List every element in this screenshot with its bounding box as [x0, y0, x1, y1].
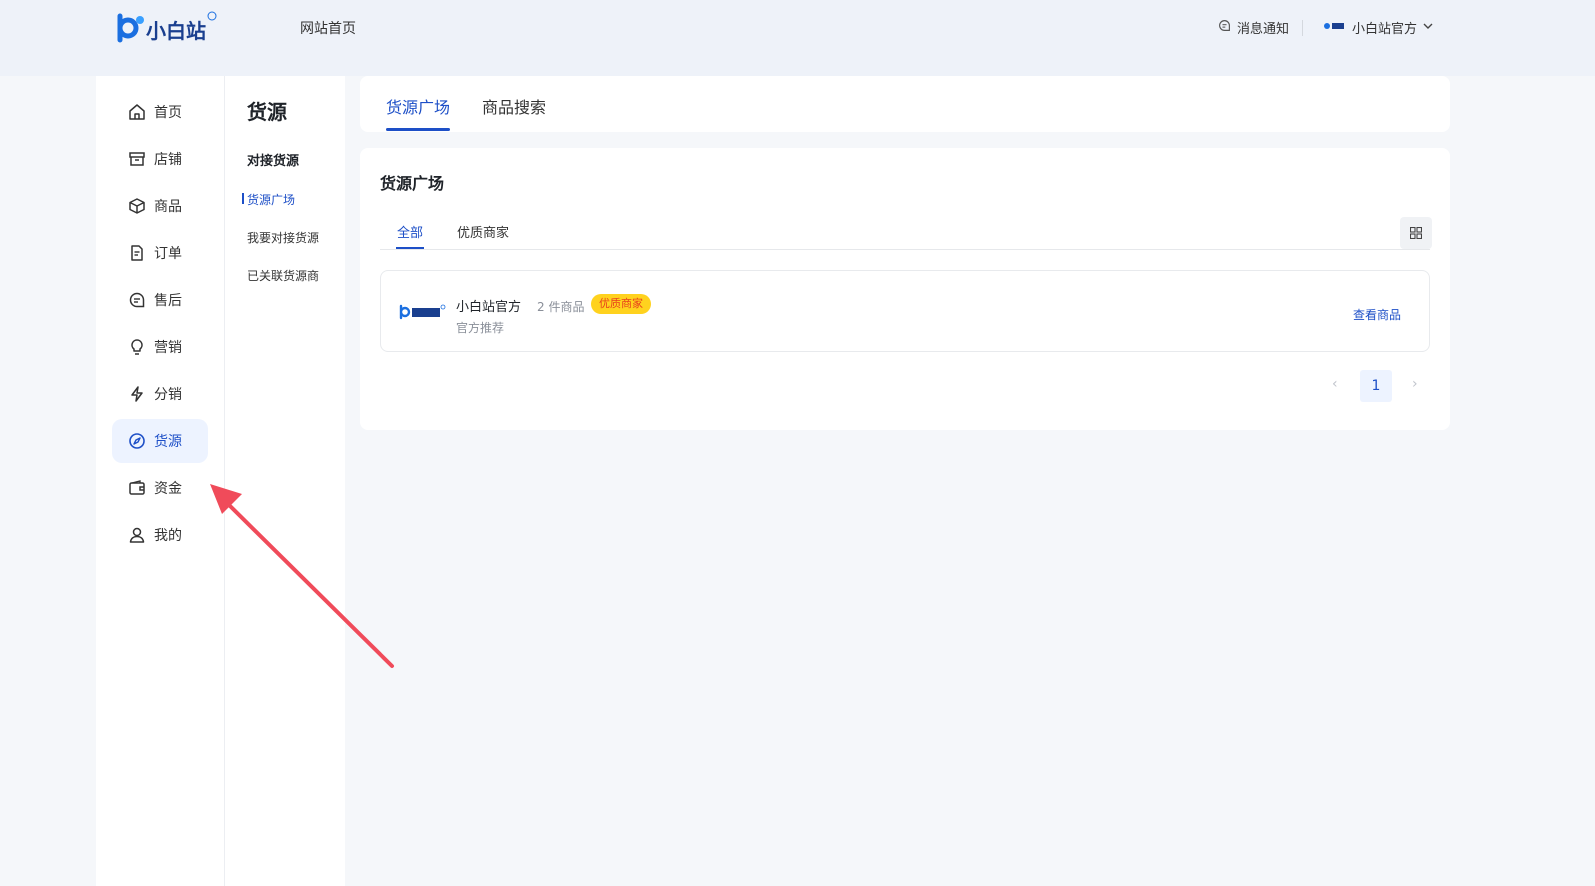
sidebar-item-home[interactable]: 首页: [112, 90, 208, 134]
sidebar-item-label: 分销: [154, 387, 182, 403]
sidebar-item-marketing[interactable]: 营销: [112, 325, 208, 369]
tab-supply-square[interactable]: 货源广场: [386, 94, 450, 118]
notice-link[interactable]: 消息通知: [1218, 18, 1289, 37]
filter-tab-quality[interactable]: 优质商家: [457, 222, 509, 241]
pager-next-button[interactable]: ›: [1412, 376, 1418, 392]
pager-prev-button[interactable]: ‹: [1332, 376, 1338, 392]
filter-tab-all[interactable]: 全部: [397, 222, 423, 241]
bulb-icon: [131, 339, 143, 355]
sidebar-item-label: 商品: [154, 199, 182, 215]
subnav-item-connect-supply[interactable]: 我要对接货源: [247, 229, 319, 246]
message-icon: [1218, 19, 1231, 36]
header-divider: [1302, 20, 1303, 36]
supplier-goods-count: 2 件商品: [537, 300, 585, 314]
sidebar-item-label: 我的: [154, 528, 182, 544]
supplier-tag: 官方推荐: [456, 321, 505, 335]
subnav-group-title: 对接货源: [247, 154, 300, 169]
sidebar-item-store[interactable]: 店铺: [112, 137, 208, 181]
sidebar-item-funds[interactable]: 资金: [112, 466, 208, 510]
sidebar-item-orders[interactable]: 订单: [112, 231, 208, 275]
sidebar-item-mine[interactable]: 我的: [112, 513, 208, 557]
sidebar-item-goods[interactable]: 商品: [112, 184, 208, 228]
subnav-item-supply-square[interactable]: 货源广场: [241, 191, 295, 208]
user-icon: [129, 527, 145, 543]
compass-icon: [129, 433, 145, 449]
order-icon: [131, 245, 143, 261]
brand-logo[interactable]: 小白站: [116, 10, 220, 46]
supplier-name[interactable]: 小白站官方: [456, 296, 521, 315]
account-name: 小白站官方: [1352, 22, 1418, 37]
sidebar-item-label: 店铺: [154, 152, 182, 168]
account-menu[interactable]: 小白站官方: [1324, 18, 1433, 37]
filter-divider: [380, 249, 1430, 250]
wallet-icon: [129, 480, 145, 495]
grid-icon: [1410, 227, 1422, 239]
tab-goods-search[interactable]: 商品搜索: [482, 94, 546, 118]
panel-title: 货源广场: [380, 174, 445, 193]
sidebar-item-supply[interactable]: 货源: [112, 419, 208, 463]
list-item: 小白站官方 2 件商品 优质商家 官方推荐 查看商品: [380, 270, 1430, 352]
account-avatar: [1324, 20, 1346, 35]
active-tab-indicator: [386, 128, 450, 131]
sidebar-item-label: 订单: [154, 246, 182, 262]
subnav-item-linked-suppliers[interactable]: 已关联货源商: [247, 267, 319, 284]
svg-text:小白站: 小白站: [146, 19, 206, 43]
sidebar-item-label: 营销: [154, 340, 182, 356]
site-home-link[interactable]: 网站首页: [300, 18, 356, 38]
chevron-down-icon: [1423, 20, 1433, 35]
primary-sidebar: 首页 店铺 商品 订单 售后 营销 分销 货源 资金 我的: [96, 76, 225, 886]
grid-view-toggle[interactable]: [1400, 217, 1432, 249]
pager-page-1[interactable]: 1: [1360, 370, 1392, 402]
sidebar-item-label: 售后: [154, 293, 182, 309]
filter-active-indicator: [396, 247, 424, 249]
quality-badge: 优质商家: [591, 294, 651, 314]
sidebar-item-distribution[interactable]: 分销: [112, 372, 208, 416]
box-icon: [129, 198, 145, 214]
notice-label: 消息通知: [1237, 22, 1290, 37]
sidebar-item-aftersale[interactable]: 售后: [112, 278, 208, 322]
sidebar-item-label: 资金: [154, 481, 182, 497]
supplier-logo: [399, 303, 447, 321]
secondary-nav: 货源 对接货源 货源广场 我要对接货源 已关联货源商: [225, 76, 345, 886]
sidebar-item-label: 货源: [154, 434, 182, 450]
store-icon: [129, 152, 145, 166]
home-icon: [129, 104, 145, 120]
subnav-title: 货源: [247, 100, 287, 124]
chat-icon: [129, 292, 145, 308]
main-tabs: 货源广场 商品搜索: [360, 76, 1450, 132]
view-goods-link[interactable]: 查看商品: [1353, 306, 1401, 323]
top-bar: 小白站 网站首页 消息通知 小白站官方: [0, 0, 1595, 76]
supply-square-panel: 货源广场 全部 优质商家 小白站官方 2 件商品 优质商家 官方推荐 查看商品 …: [360, 148, 1450, 430]
sidebar-item-label: 首页: [154, 105, 182, 121]
bolt-icon: [131, 386, 143, 402]
